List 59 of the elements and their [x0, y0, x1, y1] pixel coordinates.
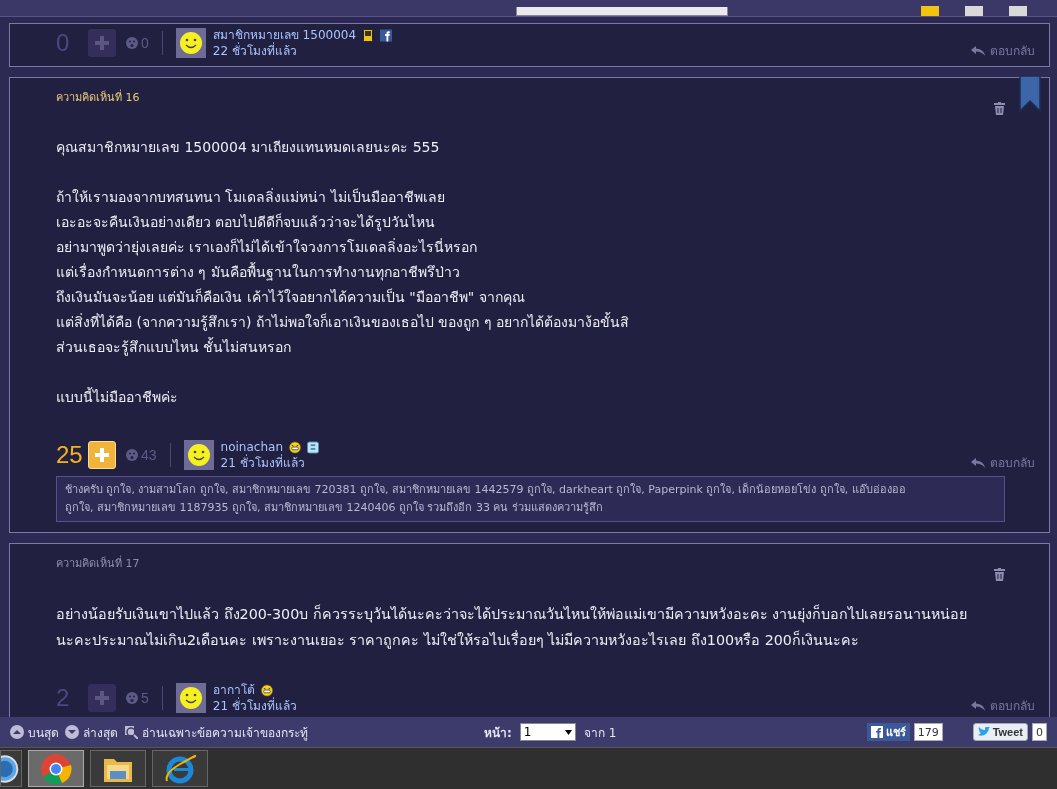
comment-text: ถ้าให้เรามองจากบทสนทนา โมเดลลิ่งแม่หน่า ไม่เป็นมืออาชีพเลย เอะอะจะคืนเงินอย่างเดียว ตอบไปดีดีก็จบแล้วว่าจะได้รูปวันไหน อย่ามาพูดว่ายุ่งเลยค่ะ เราเองก็ไม่ได้เข้าใจวงการโมเดลลิ่งอะไรนี่หรอก แต่เรื่องกำหนดการต่าง ๆ มันคือพื้นฐานในการทำงานทุกอาชีพรึป่าว ถึงเงินมันจะน้อย แต่มันก็คือเงิน เค้าไว้ใจอยากได้ความเป็น "มืออาชีพ" จากคุณ แต่สิ่งที่ได้คือ (จากความรู้สึกเรา) ถ้าไม่พอใจก็เอาเงินของเธอไป ของถูก ๆ อยากได้ต้องมาง้อขั้นสิ ส่วนเธอจะรู้สึกแบบไหน ชั้นไม่สนหรอก	[56, 187, 631, 358]
sad-face-icon[interactable]	[126, 37, 138, 49]
taskbar-button[interactable]	[90, 750, 146, 787]
dislike-count: 43	[141, 447, 157, 463]
vote-score: 2	[56, 684, 71, 712]
share-count: 179	[913, 723, 943, 741]
reply-icon	[971, 45, 985, 56]
browser-icon	[164, 752, 196, 785]
comment-text: อย่างน้อยรับเงินเขาไปแล้ว ถึง200-300บ ก็ควรระบุวันได้นะคะว่าจะได้ประมาณวันไหนให้พ่อแม่เขามีความหวังอะคะ งานยุ่งก็บอกไปเลยรอนานหน่อย นะคะประมาณไม่เกิน2เดือนคะ เพราะงานเยอะ ราคาถูกคะ ไม่ใช่ให้รอไปเรื่อยๆ ไม่มีความหวังอะไรเลย ถึง100หรือ 200ก็เงินนะคะ	[56, 603, 969, 651]
plus-button[interactable]	[88, 441, 116, 469]
plus-icon	[94, 447, 110, 463]
taskbar-button[interactable]	[28, 750, 84, 787]
reply-link[interactable]: ตอบกลับ	[971, 453, 1035, 472]
plus-button[interactable]	[88, 29, 116, 57]
reply-link[interactable]: ตอบกลับ	[971, 696, 1035, 715]
facebook-icon	[870, 726, 883, 738]
taskbar-button[interactable]	[152, 750, 208, 787]
plus-button[interactable]	[88, 684, 116, 712]
magnifier-icon	[124, 725, 138, 739]
plus-icon	[94, 35, 110, 51]
tweet-button[interactable]: Tweet	[972, 723, 1028, 741]
scroll-bottom-link[interactable]: ล่างสุด	[65, 722, 118, 742]
page-label: หน้า:	[484, 724, 512, 742]
browser-icon	[40, 752, 72, 785]
sad-face-icon[interactable]	[126, 692, 138, 704]
dislike-count: 5	[141, 690, 149, 706]
dislike-count: 0	[141, 35, 149, 51]
bookmark-icon[interactable]	[1019, 75, 1041, 112]
search-field[interactable]	[516, 7, 728, 16]
page-select[interactable]: 1	[519, 723, 576, 741]
share-button[interactable]: แชร์	[866, 723, 910, 741]
owner-only-link[interactable]: อ่านเฉพาะข้อความเจ้าของกระทู้	[124, 722, 308, 742]
reply-link[interactable]: ตอบกลับ	[971, 41, 1035, 60]
bird-icon	[977, 727, 990, 737]
trash-icon[interactable]	[994, 102, 1005, 115]
comment-text: คุณสมาชิกหมายเลข 1500004 มาเถียงแทนหมดเลยนะคะ 555	[56, 138, 441, 158]
scroll-top-link[interactable]: บนสุด	[10, 722, 59, 742]
author-name[interactable]: noinachan	[220, 439, 283, 455]
reply-icon	[971, 457, 985, 468]
sad-face-icon[interactable]	[126, 449, 138, 461]
post-time: 22 ชั่วโมงที่แล้ว	[212, 43, 298, 59]
comment-label: ความคิดเห็นที่ 17	[56, 557, 140, 571]
author-name[interactable]: สมาชิกหมายเลข 1500004	[212, 27, 357, 43]
post-time: 21 ชั่วโมงที่แล้ว	[212, 698, 297, 714]
vote-score: 25	[56, 441, 84, 469]
tweet-count: 0	[1032, 723, 1047, 741]
likers-text: ช้างครับ ถูกใจ, งามสามโลก ถูกใจ, สมาชิกหมายเลข 720381 ถูกใจ, สมาชิกหมายเลข 1442579 ถูกใจ, darkheart ถูกใจ, Paperpink ถูกใจ, เด็กน้อยหอยโข่ง ถูกใจ, แอ๊บอ่องออ ถูกใจ, สมาชิกหมายเลข 1187935 ถูกใจ, สมาชิกหมายเลข 1240406 ถูกใจ รวมถึงอีก 33 คน ร่วมแสดงความรู้สึก	[56, 476, 1005, 522]
comment-text: แบบนี้ไม่มืออาชีพค่ะ	[56, 386, 179, 407]
post-time: 21 ชั่วโมงที่แล้ว	[220, 455, 306, 471]
comment-label: ความคิดเห็นที่ 16	[56, 91, 140, 105]
vote-score: 0	[56, 29, 71, 57]
page-total: จาก 1	[583, 724, 617, 742]
dropdown-icon	[564, 729, 572, 735]
music-icon	[1, 752, 21, 785]
trash-icon[interactable]	[994, 568, 1005, 581]
reply-icon	[971, 700, 985, 711]
author-name[interactable]: อากาโต้	[212, 682, 255, 698]
plus-icon	[94, 690, 110, 706]
taskbar-button[interactable]	[0, 750, 22, 787]
